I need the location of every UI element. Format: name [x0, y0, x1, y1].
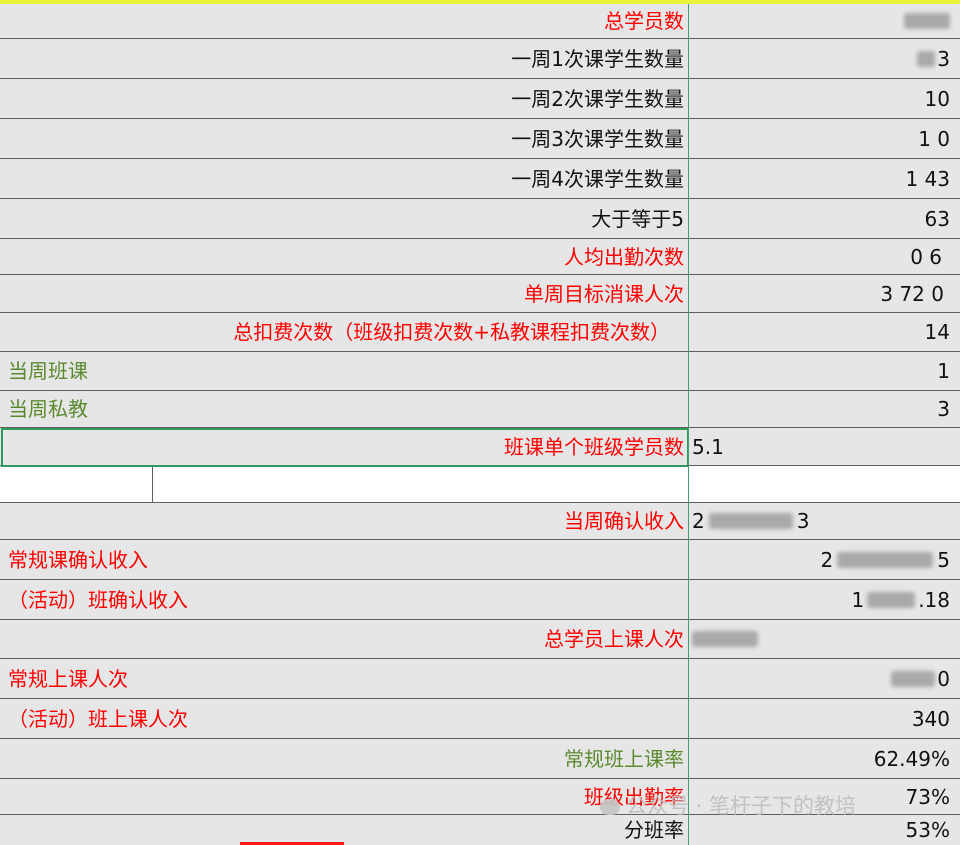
empty-row [0, 466, 960, 503]
label-cell[interactable]: （活动）班上课人次 [0, 699, 684, 738]
value-cell[interactable]: 3 [690, 39, 950, 78]
value-cell[interactable]: 63 [690, 199, 950, 238]
label-cell[interactable]: 大于等于5 [0, 199, 684, 238]
value-cell[interactable]: 10 [690, 79, 950, 118]
label-cell[interactable]: 一周3次课学生数量 [0, 119, 684, 158]
value-cell[interactable]: 14 [690, 313, 950, 351]
cell-divider [152, 466, 153, 503]
label-cell[interactable]: 当周私教 [0, 391, 684, 427]
cell-selection [1, 428, 689, 467]
label-cell[interactable]: 一周1次课学生数量 [0, 39, 684, 78]
label-cell[interactable]: 总学员数 [0, 4, 684, 38]
wechat-icon [600, 799, 620, 815]
label-cell[interactable]: 班级出勤率 [0, 779, 684, 814]
column-divider [688, 4, 689, 845]
table-row: 一周1次课学生数量 3 [0, 39, 960, 79]
label-cell[interactable]: 当周班课 [0, 352, 684, 390]
value-cell[interactable]: 0 6 [690, 239, 942, 274]
table-row: 人均出勤次数 0 6 [0, 239, 960, 275]
label-cell[interactable]: （活动）班确认收入 [0, 580, 684, 619]
value-cell[interactable]: 1 43 [690, 159, 950, 198]
table-row: 一周4次课学生数量 1 43 [0, 159, 960, 199]
table-row: 单周目标消课人次 3 72 0 [0, 275, 960, 313]
value-cell[interactable] [690, 466, 950, 502]
table-row: 总扣费次数（班级扣费次数+私教课程扣费次数） 14 [0, 313, 960, 352]
value-cell[interactable]: 23 [690, 503, 952, 539]
value-cell[interactable]: 25 [690, 540, 950, 579]
label-cell[interactable]: 当周确认收入 [0, 503, 684, 539]
value-cell[interactable]: 1 0 [690, 119, 950, 158]
watermark: 公众号 · 笔杆子下的教培 [600, 790, 856, 820]
label-cell[interactable]: 一周4次课学生数量 [0, 159, 684, 198]
table-row: 一周3次课学生数量 1 0 [0, 119, 960, 159]
value-cell[interactable] [690, 4, 950, 38]
value-cell[interactable]: 340 [690, 699, 950, 738]
label-cell[interactable]: 常规课确认收入 [0, 540, 684, 579]
value-cell[interactable]: 1.18 [690, 580, 950, 619]
value-cell[interactable] [690, 620, 952, 658]
table-row: 当周私教 3 [0, 391, 960, 428]
label-cell[interactable]: 一周2次课学生数量 [0, 79, 684, 118]
table-row: 总学员数 [0, 4, 960, 39]
label-cell[interactable]: 总扣费次数（班级扣费次数+私教课程扣费次数） [0, 313, 684, 351]
table-row: 常规班上课率 62.49% [0, 739, 960, 779]
label-cell[interactable]: 分班率 [0, 815, 684, 845]
value-cell[interactable]: 3 72 0 [690, 275, 944, 312]
table-row: 总学员上课人次 [0, 620, 960, 659]
table-row: 大于等于5 63 [0, 199, 960, 239]
label-cell[interactable]: 常规班上课率 [0, 739, 684, 778]
label-cell[interactable] [0, 466, 684, 502]
value-cell[interactable]: 62.49% [690, 739, 950, 778]
label-cell[interactable]: 人均出勤次数 [0, 239, 684, 274]
label-cell[interactable]: 单周目标消课人次 [0, 275, 684, 312]
value-cell[interactable]: 3 [690, 391, 950, 427]
table-row: 一周2次课学生数量 10 [0, 79, 960, 119]
table-row: 常规课确认收入 25 [0, 540, 960, 580]
table-row: 常规上课人次 0 [0, 659, 960, 699]
label-cell[interactable]: 常规上课人次 [0, 659, 684, 698]
table-row: 当周班课 1 [0, 352, 960, 391]
value-cell[interactable]: 0 [690, 659, 950, 698]
table-row: （活动）班确认收入 1.18 [0, 580, 960, 620]
table-row: 当周确认收入 23 [0, 503, 960, 540]
table-row: （活动）班上课人次 340 [0, 699, 960, 739]
label-cell[interactable]: 总学员上课人次 [0, 620, 684, 658]
value-cell[interactable]: 1 [690, 352, 950, 390]
value-cell[interactable]: 5.1 [690, 428, 952, 465]
